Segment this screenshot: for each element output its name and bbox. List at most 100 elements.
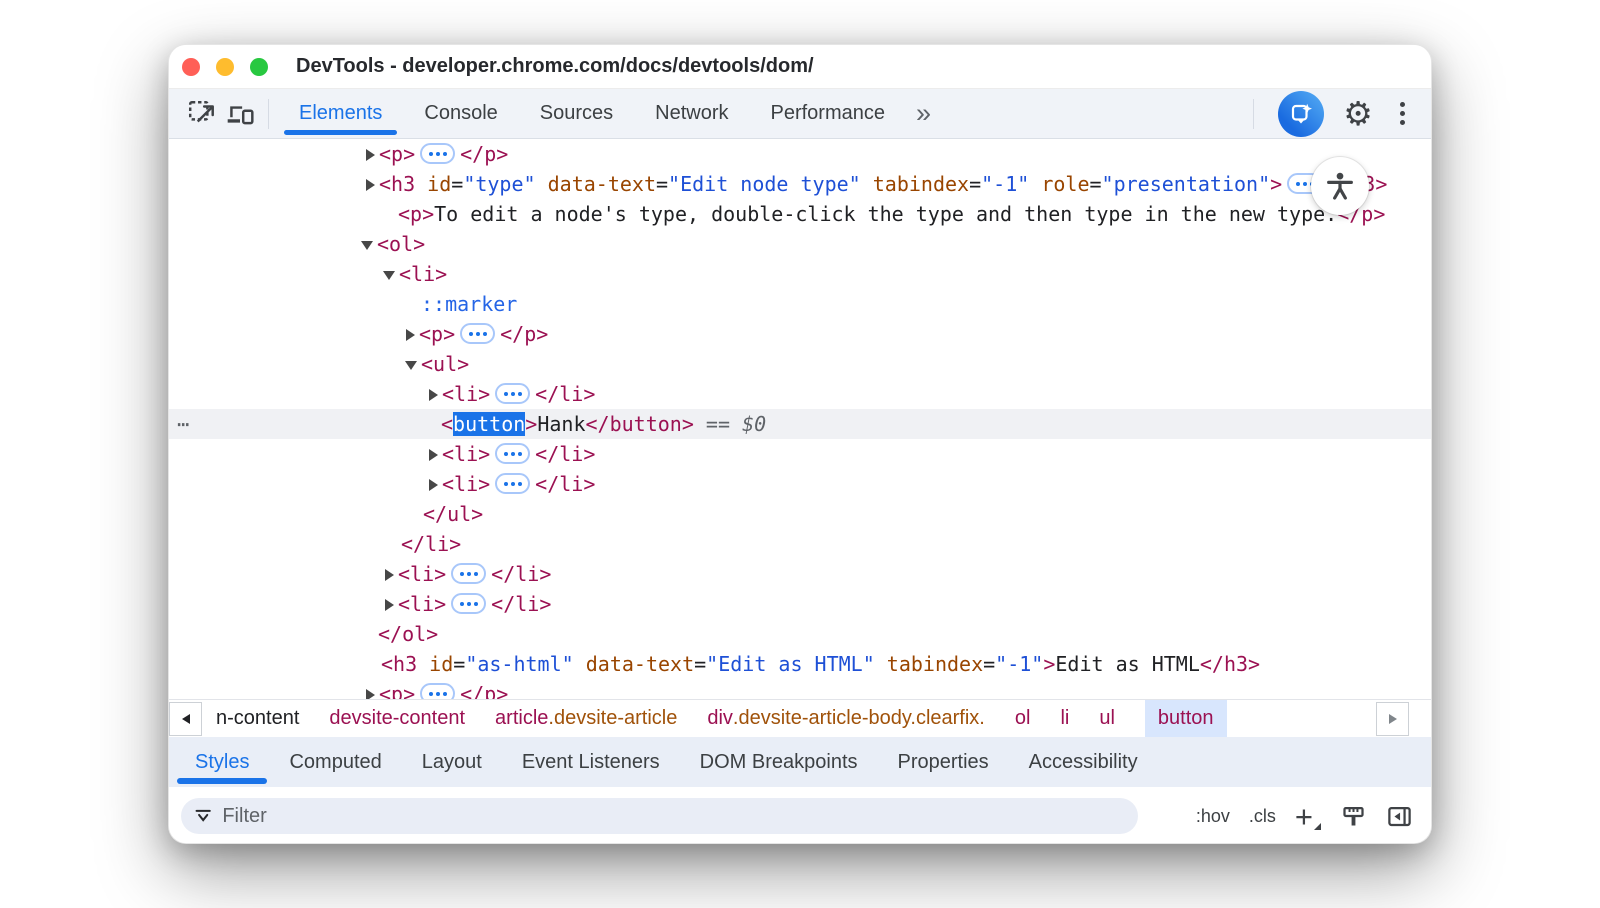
code-segment: Edit as HTML [1055,652,1200,676]
new-style-rule-button[interactable]: + [1295,801,1321,832]
code-segment: </button> [586,412,694,436]
disclosure-arrow[interactable] [382,599,398,611]
disclosure-arrow[interactable] [426,479,442,491]
code-segment: > [525,412,537,436]
kebab-menu-icon[interactable] [1392,98,1413,129]
dom-tree-row[interactable]: </ol> [169,619,1431,649]
dom-tree-row[interactable]: <p>To edit a node's type, double-click t… [169,199,1431,229]
code-segment: </p> [460,682,508,699]
tab-console[interactable]: Console [403,89,518,138]
code-segment: tabindex [887,652,983,676]
tab-sources[interactable]: Sources [519,89,634,138]
dom-tree-row[interactable]: <ul> [169,349,1431,379]
ellipsis-icon[interactable] [451,593,486,614]
dom-tree-row[interactable]: <li></li> [169,469,1431,499]
scroll-left-icon[interactable] [169,702,202,736]
ai-assistance-icon[interactable] [1278,91,1324,137]
close-window-button[interactable] [182,58,200,76]
dom-tree-row[interactable]: <li></li> [169,439,1431,469]
devtools-toolbar: ElementsConsoleSourcesNetworkPerformance… [169,89,1431,139]
code-segment: Hank [537,412,585,436]
gear-icon[interactable]: ⚙ [1339,96,1377,132]
panel-tab-computed[interactable]: Computed [269,737,401,787]
toggle-sidebar-icon[interactable] [1386,803,1413,830]
element-classes-button[interactable]: .cls [1249,806,1276,827]
code-segment: <li> [398,562,446,586]
breadcrumb-item[interactable]: ul [1099,700,1115,737]
brush-icon[interactable] [1340,803,1367,830]
dom-tree-row[interactable]: </ul> [169,499,1431,529]
dom-tree-row[interactable]: <li> [169,259,1431,289]
dom-tree-row[interactable]: ⋯<button>Hank</button> == $0 [169,409,1431,439]
inspect-icon[interactable] [183,96,221,132]
filter-field[interactable] [181,798,1138,834]
title-bar: DevTools - developer.chrome.com/docs/dev… [169,45,1431,89]
breadcrumb-part: button [1158,707,1214,730]
ellipsis-icon[interactable] [420,683,455,699]
minimize-window-button[interactable] [216,58,234,76]
tab-elements[interactable]: Elements [278,89,403,138]
ellipsis-icon[interactable] [495,383,530,404]
panel-tab-properties[interactable]: Properties [878,737,1009,787]
ellipsis-icon[interactable] [495,473,530,494]
ellipsis-icon[interactable] [420,143,455,164]
row-overflow-menu-icon[interactable]: ⋯ [177,409,191,439]
disclosure-arrow[interactable] [383,269,399,281]
code-segment: "as-html" [465,652,573,676]
ellipsis-icon[interactable] [460,323,495,344]
dom-tree-row[interactable]: <li></li> [169,589,1431,619]
dom-tree-row[interactable]: <li></li> [169,379,1431,409]
breadcrumb-item[interactable]: devsite-content [329,700,465,737]
maximize-window-button[interactable] [250,58,268,76]
dom-tree-row[interactable]: <li></li> [169,559,1431,589]
panel-tab-dom-breakpoints[interactable]: DOM Breakpoints [680,737,878,787]
code-segment: = [969,172,981,196]
disclosure-arrow[interactable] [403,329,419,341]
disclosure-arrow[interactable] [426,389,442,401]
breadcrumb-item[interactable]: li [1060,700,1069,737]
code-segment: <p> [379,682,415,699]
disclosure-arrow[interactable] [363,149,379,161]
code-segment: <p> [419,322,455,346]
breadcrumb-item[interactable]: button [1145,700,1227,737]
dom-tree-row[interactable]: <h3 id="as-html" data-text="Edit as HTML… [169,649,1431,679]
panel-tab-layout[interactable]: Layout [402,737,502,787]
disclosure-arrow[interactable] [363,689,379,699]
dom-tree-row[interactable]: <ol> [169,229,1431,259]
scroll-right-icon[interactable] [1376,702,1409,736]
panel-tab-event-listeners[interactable]: Event Listeners [502,737,680,787]
more-tabs-icon[interactable]: » [906,98,941,129]
accessibility-icon[interactable] [1311,157,1369,215]
breadcrumb-item[interactable]: n-content [216,700,299,737]
dom-tree-row[interactable]: ::marker [169,289,1431,319]
disclosure-arrow[interactable] [363,179,379,191]
disclosure-arrow[interactable] [361,239,377,251]
device-toolbar-icon[interactable] [221,96,259,132]
sidebar-tab-bar: StylesComputedLayoutEvent ListenersDOM B… [169,737,1431,787]
devtools-window: DevTools - developer.chrome.com/docs/dev… [168,44,1432,844]
tab-network[interactable]: Network [634,89,749,138]
dom-tree-row[interactable]: </li> [169,529,1431,559]
disclosure-arrow[interactable] [405,359,421,371]
breadcrumb-item[interactable]: div.devsite-article-body.clearfix. [707,700,985,737]
breadcrumb-item[interactable]: ol [1015,700,1031,737]
toggle-element-state-button[interactable]: :hov [1196,806,1230,827]
panel-tab-accessibility[interactable]: Accessibility [1009,737,1158,787]
disclosure-arrow[interactable] [382,569,398,581]
breadcrumb-item[interactable]: article.devsite-article [495,700,677,737]
panel-tab-styles[interactable]: Styles [175,737,269,787]
tab-performance[interactable]: Performance [750,89,907,138]
ellipsis-icon[interactable] [495,443,530,464]
code-segment: = [694,652,706,676]
dom-tree-row[interactable]: <p></p> [169,139,1431,169]
dom-tree-row[interactable]: <h3 id="type" data-text="Edit node type"… [169,169,1431,199]
dom-tree-row[interactable]: <p> </p> [169,679,1431,699]
code-segment: "presentation" [1102,172,1271,196]
filter-input[interactable] [222,805,1126,828]
ellipsis-icon[interactable] [451,563,486,584]
dom-tree-row[interactable]: <p></p> [169,319,1431,349]
breadcrumb-part: .devsite-article [548,707,677,730]
code-segment: </h3> [1200,652,1260,676]
code-segment: </ol> [378,622,438,646]
disclosure-arrow[interactable] [426,449,442,461]
